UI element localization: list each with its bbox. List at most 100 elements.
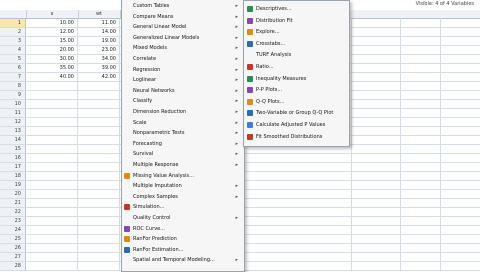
cell-wt[interactable]: 39.00 — [78, 64, 120, 72]
submenu-item-p-p-plots[interactable]: P-P Plots... — [244, 85, 349, 95]
menu-item-forecasting[interactable]: Forecasting ▸ — [122, 139, 244, 149]
menu-item-complex-samples[interactable]: Complex Samples ▸ — [122, 192, 244, 202]
cell-wt[interactable] — [78, 145, 120, 153]
cell-wt[interactable]: 23.00 — [78, 46, 120, 54]
menu-item-custom-tables[interactable]: Custom Tables ▸ — [122, 1, 244, 11]
submenu-item-descriptives[interactable]: Descriptives... — [244, 4, 349, 14]
submenu-item-turf-analysis[interactable]: TURF Analysis — [244, 50, 349, 60]
cell-wt[interactable] — [78, 244, 120, 252]
cell-x[interactable]: 35.00 — [26, 64, 78, 72]
cell-wt[interactable] — [78, 91, 120, 99]
cell-x[interactable]: 30.00 — [26, 55, 78, 63]
submenu-item-two-variable-or-group-q-q-plot[interactable]: Two-Variable or Group Q-Q Plot — [244, 108, 349, 118]
cell-x[interactable]: 10.00 — [26, 19, 78, 27]
menu-item-ranfor-prediction[interactable]: RanFor Prediction — [122, 234, 244, 244]
submenu-item-explore[interactable]: Explore... — [244, 27, 349, 37]
menu-item-general-linear-model[interactable]: General Linear Model ▸ — [122, 22, 244, 32]
cell-x[interactable] — [26, 208, 78, 216]
menu-item-nonparametric-tests[interactable]: Nonparametric Tests ▸ — [122, 128, 244, 138]
submenu-item-fit-smoothed-distributions[interactable]: Fit Smoothed Distributions — [244, 132, 349, 142]
menu-item-correlate[interactable]: Correlate ▸ — [122, 54, 244, 64]
submenu-item-ratio[interactable]: Ratio... — [244, 62, 349, 72]
cell-x[interactable] — [26, 190, 78, 198]
cell-x[interactable] — [26, 262, 78, 270]
submenu-item-crosstabs[interactable]: Crosstabs... — [244, 39, 349, 49]
cell-wt[interactable] — [78, 253, 120, 261]
menu-item-loglinear[interactable]: Loglinear ▸ — [122, 75, 244, 85]
cell-x[interactable] — [26, 100, 78, 108]
cell-wt[interactable] — [78, 226, 120, 234]
cell-wt[interactable] — [78, 118, 120, 126]
submenu-item-q-q-plots[interactable]: Q-Q Plots... — [244, 97, 349, 107]
menu-item-spatial-and-temporal-modeling[interactable]: Spatial and Temporal Modeling... ▸ — [122, 255, 244, 265]
cell-wt[interactable] — [78, 163, 120, 171]
menu-item-roc-curve[interactable]: ROC Curve... — [122, 224, 244, 234]
cell-x[interactable] — [26, 145, 78, 153]
menu-item-neural-networks[interactable]: Neural Networks ▸ — [122, 86, 244, 96]
cell-x[interactable] — [26, 163, 78, 171]
cell-wt[interactable] — [78, 100, 120, 108]
menu-item-generalized-linear-models[interactable]: Generalized Linear Models ▸ — [122, 33, 244, 43]
menu-item-mixed-models[interactable]: Mixed Models ▸ — [122, 43, 244, 53]
menu-item-simulation[interactable]: Simulation... — [122, 202, 244, 212]
cell-x[interactable] — [26, 172, 78, 180]
row-number: 19 — [0, 181, 26, 189]
cell-wt[interactable] — [78, 172, 120, 180]
cell-wt[interactable] — [78, 109, 120, 117]
menu-item-multiple-imputation[interactable]: Multiple Imputation ▸ — [122, 181, 244, 191]
submenu-item-inequality-measures[interactable]: Inequality Measures — [244, 74, 349, 84]
cell-x[interactable] — [26, 217, 78, 225]
menu-item-quality-control[interactable]: Quality Control ▸ — [122, 213, 244, 223]
cell-wt[interactable] — [78, 154, 120, 162]
cell-wt[interactable] — [78, 262, 120, 270]
menu-item-survival[interactable]: Survival ▸ — [122, 149, 244, 159]
chevron-right-icon: ▸ — [235, 66, 238, 73]
cell-x[interactable] — [26, 136, 78, 144]
cell-x[interactable]: 15.00 — [26, 37, 78, 45]
cell-wt[interactable]: 14.00 — [78, 28, 120, 36]
cell-wt[interactable] — [78, 190, 120, 198]
cell-x[interactable] — [26, 118, 78, 126]
cell-wt[interactable] — [78, 136, 120, 144]
cell-x[interactable] — [26, 253, 78, 261]
column-header-x[interactable]: x — [26, 10, 79, 18]
column-header-wt[interactable]: wt — [78, 10, 121, 18]
cell-x[interactable] — [26, 127, 78, 135]
cell-x[interactable] — [26, 91, 78, 99]
cell-wt[interactable] — [78, 82, 120, 90]
menu-item-dimension-reduction[interactable]: Dimension Reduction ▸ — [122, 107, 244, 117]
cell-wt[interactable]: 42.00 — [78, 73, 120, 81]
menu-item-missing-value-analysis[interactable]: Missing Value Analysis... — [122, 171, 244, 181]
menu-item-regression[interactable]: Regression ▸ — [122, 65, 244, 75]
cell-x[interactable] — [26, 244, 78, 252]
menu-item-scale[interactable]: Scale ▸ — [122, 118, 244, 128]
cell-wt[interactable] — [78, 208, 120, 216]
cell-x[interactable]: 12.00 — [26, 28, 78, 36]
cell-wt[interactable] — [78, 127, 120, 135]
cell-x[interactable] — [26, 199, 78, 207]
cell-x[interactable]: 40.00 — [26, 73, 78, 81]
row-number: 13 — [0, 127, 26, 135]
cell-wt[interactable] — [78, 199, 120, 207]
cell-x[interactable] — [26, 226, 78, 234]
visible-variables-label: Visible: 4 of 4 Variables — [415, 1, 474, 7]
cell-wt[interactable]: 19.00 — [78, 37, 120, 45]
roc-curve-icon — [124, 225, 130, 232]
submenu-item-distribution-fit[interactable]: Distribution Fit — [244, 16, 349, 26]
cell-wt[interactable]: 34.00 — [78, 55, 120, 63]
cell-x[interactable]: 20.00 — [26, 46, 78, 54]
menu-item-classify[interactable]: Classify ▸ — [122, 96, 244, 106]
cell-wt[interactable] — [78, 181, 120, 189]
cell-x[interactable] — [26, 154, 78, 162]
cell-wt[interactable]: 11.00 — [78, 19, 120, 27]
cell-wt[interactable] — [78, 217, 120, 225]
menu-item-multiple-response[interactable]: Multiple Response ▸ — [122, 160, 244, 170]
menu-item-compare-means[interactable]: Compare Means ▸ — [122, 12, 244, 22]
cell-x[interactable] — [26, 235, 78, 243]
menu-item-ranfor-estimation[interactable]: RanFor Estimation... — [122, 245, 244, 255]
submenu-item-calculate-adjusted-p-values[interactable]: Calculate Adjusted P Values — [244, 120, 349, 130]
cell-x[interactable] — [26, 82, 78, 90]
cell-wt[interactable] — [78, 235, 120, 243]
cell-x[interactable] — [26, 181, 78, 189]
cell-x[interactable] — [26, 109, 78, 117]
